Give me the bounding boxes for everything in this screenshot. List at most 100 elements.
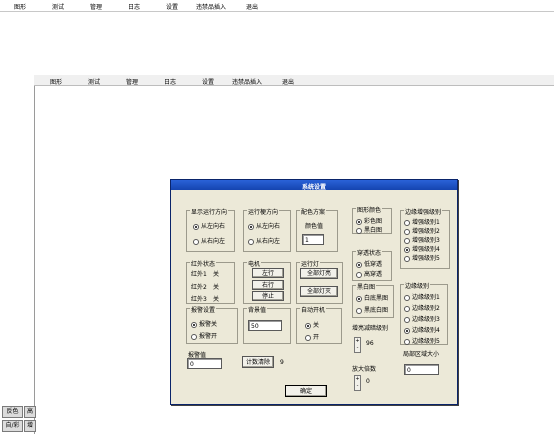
edge-enhance-group: 边缘增强级别 增强级别1 增强级别2 增强级别3 增强级别4 增强级别5 bbox=[400, 207, 450, 269]
inner-menu-test[interactable]: 测试 bbox=[88, 77, 100, 86]
high-penetration-radio[interactable]: 高穿透 bbox=[356, 269, 382, 278]
belt-right-to-left-radio[interactable]: 从右向左 bbox=[248, 236, 280, 245]
run-light-group: 运行灯 全部灯亮 全部灯灭 bbox=[296, 259, 343, 304]
all-lights-off-button[interactable]: 全部灯灭 bbox=[300, 286, 338, 297]
enhance-level-3-label: 增强级别3 bbox=[412, 237, 440, 244]
infrared-1-state: 关 bbox=[213, 271, 220, 278]
low-penetration-radio[interactable]: 低穿透 bbox=[356, 259, 382, 268]
edge-level-3-label: 边缘级别3 bbox=[412, 316, 440, 323]
display-direction-title: 显示运行方向 bbox=[190, 207, 229, 216]
move-left-button[interactable]: 左行 bbox=[252, 268, 284, 278]
color-image-radio[interactable]: 彩色图 bbox=[356, 216, 382, 225]
dialog-title: 系统设置 bbox=[301, 184, 326, 191]
zoom-title: 放大倍数 bbox=[352, 366, 377, 373]
edge-level-5-radio[interactable]: 边缘级别5 bbox=[404, 336, 440, 345]
alarm-on-radio[interactable]: 报警开 bbox=[191, 331, 217, 340]
invert-color-button[interactable]: 反色 bbox=[2, 406, 23, 418]
white-bg-black-image-radio[interactable]: 白底黑图 bbox=[356, 293, 388, 302]
high-button[interactable]: 高 bbox=[24, 406, 36, 418]
motor-group: 电机 左行 右行 停止 bbox=[243, 259, 291, 304]
enhance-level-4-radio[interactable]: 增强级别4 bbox=[404, 244, 440, 253]
enhance-level-3-radio[interactable]: 增强级别3 bbox=[404, 235, 440, 244]
bw-image-group: 黑白图 白底黑图 黑底白图 bbox=[352, 282, 394, 318]
alarm-on-label: 报警开 bbox=[199, 333, 218, 340]
enhance-level-4-label: 增强级别4 bbox=[412, 246, 440, 253]
auto-power-on-radio[interactable]: 开 bbox=[305, 332, 319, 341]
edge-level-1-radio[interactable]: 边缘级别1 bbox=[404, 292, 440, 301]
bw-image-label: 黑白图 bbox=[364, 227, 383, 234]
color-value-input[interactable]: 1 bbox=[302, 234, 324, 245]
enhance-level-2-label: 增强级别2 bbox=[412, 228, 440, 235]
all-lights-on-button[interactable]: 全部灯亮 bbox=[300, 268, 338, 279]
motor-title: 电机 bbox=[247, 259, 262, 268]
edge-level-1-label: 边缘级别1 bbox=[412, 294, 440, 301]
top-menu-exit[interactable]: 退出 bbox=[246, 2, 258, 11]
low-penetration-label: 低穿透 bbox=[364, 261, 383, 268]
auto-power-group: 自动开机 关 开 bbox=[296, 305, 342, 344]
count-clear-button[interactable]: 计数清除 bbox=[242, 356, 274, 368]
inner-menu-graphics[interactable]: 图形 bbox=[50, 77, 62, 86]
top-menu-graphics[interactable]: 图形 bbox=[14, 2, 26, 11]
top-menu-settings[interactable]: 设置 bbox=[166, 2, 178, 11]
penetration-group: 穿透状态 低穿透 高穿透 bbox=[352, 248, 392, 281]
display-left-to-right-label: 从左向右 bbox=[201, 223, 226, 230]
display-direction-group: 显示运行方向 从左向右 从右向左 bbox=[186, 207, 235, 252]
color-scheme-group: 配色方案 颜色值 1 bbox=[296, 207, 338, 252]
belt-left-to-right-label: 从左向右 bbox=[256, 223, 281, 230]
inner-menu-log[interactable]: 日志 bbox=[164, 77, 176, 86]
local-area-input[interactable]: 0 bbox=[404, 364, 439, 375]
background-value-input[interactable]: 50 bbox=[248, 320, 282, 331]
bw-image-title: 黑白图 bbox=[356, 282, 377, 291]
auto-power-title: 自动开机 bbox=[300, 305, 327, 314]
penetration-title: 穿透状态 bbox=[356, 248, 383, 257]
zoom-spinner[interactable]: + - bbox=[354, 375, 361, 391]
auto-power-off-radio[interactable]: 关 bbox=[305, 320, 319, 329]
inner-menubar: 图形 测试 管理 日志 设置 违禁品插入 退出 bbox=[34, 75, 554, 86]
display-left-to-right-radio[interactable]: 从左向右 bbox=[193, 221, 225, 230]
top-menu-log[interactable]: 日志 bbox=[128, 2, 140, 11]
enhance-level-1-radio[interactable]: 增强级别1 bbox=[404, 217, 440, 226]
enhance-button[interactable]: 增 bbox=[24, 420, 36, 432]
enhance-level-1-label: 增强级别1 bbox=[412, 219, 440, 226]
bw-color-button[interactable]: 自/彩 bbox=[2, 420, 23, 432]
black-bg-white-image-radio[interactable]: 黑底白图 bbox=[356, 305, 388, 314]
display-right-to-left-radio[interactable]: 从右向左 bbox=[193, 236, 225, 245]
edge-level-4-radio[interactable]: 边缘级别4 bbox=[404, 325, 440, 334]
inner-menu-insert-contraband[interactable]: 违禁品插入 bbox=[232, 77, 262, 86]
infrared-3-state: 关 bbox=[213, 296, 220, 303]
edge-level-3-radio[interactable]: 边缘级别3 bbox=[404, 314, 440, 323]
auto-power-on-label: 开 bbox=[313, 334, 320, 341]
inner-menu-exit[interactable]: 退出 bbox=[282, 77, 294, 86]
edge-level-title: 边缘级别 bbox=[404, 281, 431, 290]
background-group: 背景值 50 bbox=[243, 305, 291, 344]
enhance-level-5-radio[interactable]: 增强级别5 bbox=[404, 253, 440, 262]
brightness-spinner[interactable]: + - bbox=[354, 337, 361, 353]
edge-level-2-radio[interactable]: 边缘级别2 bbox=[404, 303, 440, 312]
color-scheme-title: 配色方案 bbox=[300, 207, 327, 216]
dialog-titlebar[interactable]: 系统设置 bbox=[171, 180, 457, 191]
top-menu-insert-contraband[interactable]: 违禁品插入 bbox=[196, 2, 226, 11]
belt-direction-group: 运行梗方向 从左向右 从右向左 bbox=[243, 207, 291, 252]
top-menu-test[interactable]: 测试 bbox=[52, 2, 64, 11]
bw-image-radio[interactable]: 黑白图 bbox=[356, 225, 382, 234]
infrared-3-name: 红外3 bbox=[191, 296, 207, 303]
inner-menu-settings[interactable]: 设置 bbox=[202, 77, 214, 86]
enhance-level-2-radio[interactable]: 增强级别2 bbox=[404, 226, 440, 235]
edge-level-5-label: 边缘级别5 bbox=[412, 338, 440, 345]
alarm-value-input[interactable]: 0 bbox=[187, 358, 222, 369]
alarm-setting-group: 报警设置 报警关 报警开 bbox=[186, 305, 238, 344]
alarm-off-label: 报警关 bbox=[199, 321, 218, 328]
move-right-button[interactable]: 右行 bbox=[252, 280, 284, 290]
edge-level-4-label: 边缘级别4 bbox=[412, 327, 440, 334]
ok-button[interactable]: 确定 bbox=[285, 385, 327, 397]
top-menu-manage[interactable]: 管理 bbox=[90, 2, 102, 11]
infrared-2-name: 红外2 bbox=[191, 284, 207, 291]
alarm-off-radio[interactable]: 报警关 bbox=[191, 319, 217, 328]
infrared-title: 红外状态 bbox=[190, 259, 217, 268]
inner-menu-manage[interactable]: 管理 bbox=[126, 77, 138, 86]
brightness-value: 96 bbox=[366, 340, 374, 347]
belt-left-to-right-radio[interactable]: 从左向右 bbox=[248, 221, 280, 230]
zoom-value: 0 bbox=[366, 378, 370, 385]
stop-button[interactable]: 停止 bbox=[252, 291, 284, 301]
image-color-title: 图形颜色 bbox=[356, 205, 383, 214]
